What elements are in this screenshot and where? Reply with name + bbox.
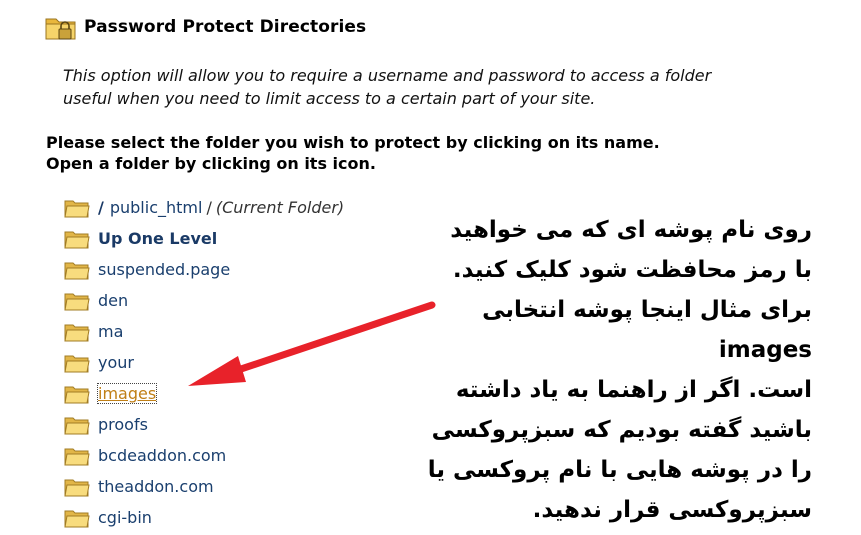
page-title: Password Protect Directories (84, 17, 367, 37)
folder-icon[interactable] (64, 382, 90, 406)
list-item: proofs (64, 409, 344, 440)
folder-icon[interactable] (64, 258, 90, 282)
folder-link-selected[interactable]: images (96, 383, 158, 404)
folder-link[interactable]: suspended.page (98, 260, 230, 279)
annotation-line: را در پوشه هایی با نام پروکسی یا (427, 457, 812, 483)
folder-link[interactable]: your (98, 353, 134, 372)
folder-icon[interactable] (64, 227, 90, 251)
annotation-line: باشید گفته بودیم که سبزپروکسی (431, 417, 812, 443)
folder-icon[interactable] (64, 506, 90, 530)
annotation-line: است. اگر از راهنما به یاد داشته (455, 377, 812, 403)
folder-lock-icon (45, 18, 76, 40)
annotation-line: images (718, 337, 812, 363)
instructions-text: Please select the folder you wish to pro… (46, 132, 660, 174)
folder-link[interactable]: proofs (98, 415, 148, 434)
folder-icon[interactable] (64, 351, 90, 375)
current-folder-label: (Current Folder) (215, 198, 345, 217)
folder-link[interactable]: bcdeaddon.com (98, 446, 226, 465)
list-item: Up One Level (64, 223, 344, 254)
annotation-line: برای مثال اینجا پوشه انتخابی (482, 297, 812, 323)
list-item: your (64, 347, 344, 378)
annotation-line: روی نام پوشه ای که می خواهید (450, 217, 812, 243)
list-item: suspended.page (64, 254, 344, 285)
up-one-level-link[interactable]: Up One Level (98, 229, 217, 248)
folder-icon[interactable] (64, 475, 90, 499)
folder-link-public-html[interactable]: public_html (110, 198, 203, 217)
description-line-2: useful when you need to limit access to … (63, 89, 596, 108)
current-folder-row: / public_html / (Current Folder) (64, 192, 344, 223)
folder-icon[interactable] (64, 444, 90, 468)
list-item: bcdeaddon.com (64, 440, 344, 471)
root-link[interactable]: / (98, 198, 104, 217)
folder-icon[interactable] (64, 289, 90, 313)
folder-list: / public_html / (Current Folder) Up One … (64, 192, 344, 533)
list-item: cgi-bin (64, 502, 344, 533)
folder-link[interactable]: cgi-bin (98, 508, 152, 527)
folder-icon[interactable] (64, 320, 90, 344)
folder-link[interactable]: ma (98, 322, 123, 341)
list-item: theaddon.com (64, 471, 344, 502)
folder-icon[interactable] (64, 413, 90, 437)
folder-link[interactable]: theaddon.com (98, 477, 214, 496)
instructions-line-2: Open a folder by clicking on its icon. (46, 154, 376, 173)
path-separator: / (206, 198, 212, 217)
description-text: This option will allow you to require a … (63, 64, 861, 110)
list-item: den (64, 285, 344, 316)
folder-link[interactable]: den (98, 291, 128, 310)
folder-icon[interactable] (64, 196, 90, 220)
description-line-1: This option will allow you to require a … (63, 66, 712, 85)
list-item: ma (64, 316, 344, 347)
annotation-text: روی نام پوشه ای که می خواهید با رمز محاف… (427, 210, 812, 530)
list-item: images (64, 378, 344, 409)
instructions-line-1: Please select the folder you wish to pro… (46, 133, 660, 152)
page-header: Password Protect Directories (44, 10, 366, 44)
annotation-line: با رمز محافظت شود کلیک کنید. (452, 257, 812, 283)
annotation-line: سبزپروکسی قرار ندهید. (532, 497, 812, 523)
